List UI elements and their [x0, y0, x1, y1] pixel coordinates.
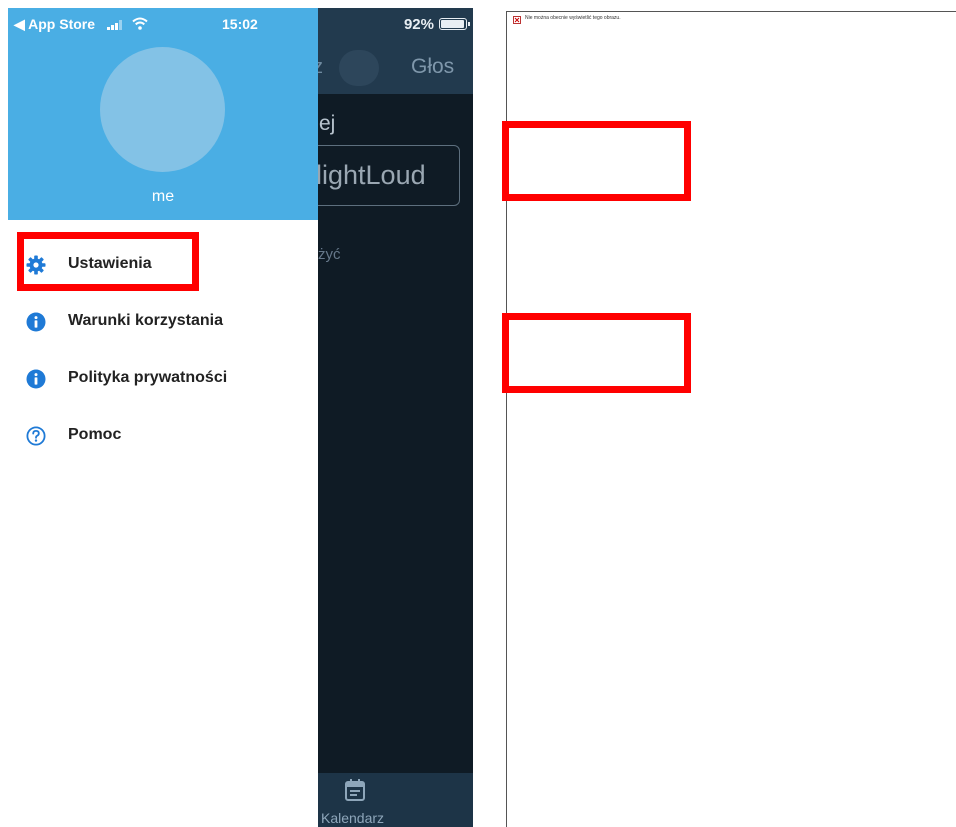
annotation-empty-box-bottom	[502, 313, 691, 393]
help-icon	[26, 426, 46, 446]
broken-image-message: Nie można obecnie wyświetlić tego obrazu…	[525, 15, 621, 21]
battery-icon	[439, 18, 470, 30]
background-mode-toggle[interactable]	[339, 50, 379, 86]
drawer-header: ◀ App Store 15:02 me	[8, 8, 318, 220]
tab-calendar-label[interactable]: Kalendarz	[321, 810, 384, 826]
info-icon	[26, 312, 46, 332]
signal-icon	[107, 20, 127, 30]
calendar-icon[interactable]	[345, 779, 365, 801]
avatar[interactable]	[100, 47, 225, 172]
background-header-voice-label[interactable]: Głos	[411, 55, 454, 79]
wifi-icon	[132, 17, 148, 30]
annotation-empty-box-top	[502, 121, 691, 201]
menu-item-label: Pomoc	[68, 426, 122, 443]
background-section-label: ej	[319, 112, 336, 135]
menu-item-label: Polityka prywatności	[68, 369, 228, 386]
back-to-app-store[interactable]: ◀ App Store	[14, 16, 95, 33]
side-drawer: ◀ App Store 15:02 me Ustawienia Warunki …	[8, 8, 318, 827]
info-icon	[26, 369, 46, 389]
battery-percent: 92%	[403, 16, 434, 33]
background-input-value: lightLoud	[316, 160, 426, 190]
broken-image-icon	[513, 16, 521, 24]
menu-item-label: Warunki korzystania	[68, 312, 224, 329]
menu-item-privacy-policy[interactable]: Polityka prywatności	[8, 359, 318, 399]
status-time: 15:02	[222, 16, 258, 32]
annotation-highlight-settings	[17, 232, 199, 291]
menu-item-help[interactable]: Pomoc	[8, 416, 318, 456]
background-hint-text: żyć	[318, 246, 341, 263]
profile-name: me	[151, 188, 175, 205]
phone-screenshot: 92% z Głos ej lightLoud żyć Kalendarz ◀ …	[8, 8, 473, 827]
menu-item-terms[interactable]: Warunki korzystania	[8, 302, 318, 342]
